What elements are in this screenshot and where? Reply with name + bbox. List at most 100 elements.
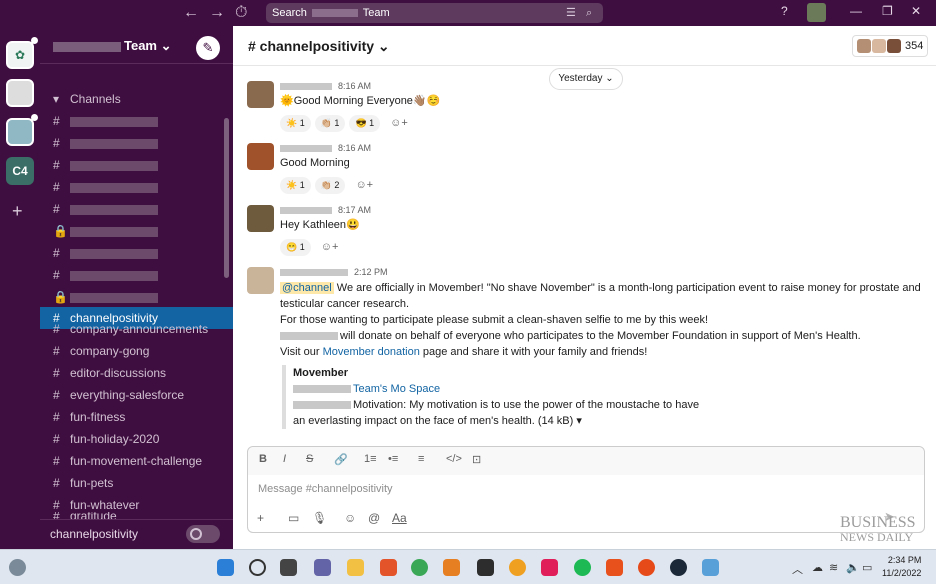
add-reaction-icon[interactable]: ☺+ [349,177,379,194]
help-icon[interactable]: ? [781,4,788,18]
history-icon[interactable]: ⏱ [235,4,247,22]
profile-avatar[interactable] [807,3,826,22]
avatar[interactable] [247,267,274,294]
app-icon[interactable] [638,559,655,576]
sidebar-item-redacted[interactable]: # [40,198,233,220]
app-icon[interactable] [443,559,460,576]
add-workspace-icon[interactable]: + [12,201,23,222]
add-reaction-icon[interactable]: ☺+ [384,115,414,132]
file-explorer-icon[interactable] [347,559,364,576]
text-format-icon[interactable]: Aa [392,511,407,525]
battery-icon[interactable]: ▭ [862,561,872,574]
tray-chevron-icon[interactable]: ︿ [792,561,803,577]
start-icon[interactable] [217,559,234,576]
sidebar-item-editor-discussions[interactable]: # editor-discussions [40,362,233,384]
redacted-name[interactable] [280,207,332,215]
tray-app-icon[interactable]: ☁ [812,561,823,574]
reaction[interactable]: 👏🏼 2 [314,177,346,194]
minimize-icon[interactable]: — [850,4,862,18]
microphone-icon[interactable]: 🎙 [312,511,327,525]
add-reaction-icon[interactable]: ☺+ [315,239,345,256]
reaction[interactable]: ☀️ 1 [280,177,311,194]
channels-header[interactable]: ▾ Channels [40,88,233,110]
sidebar-item-redacted[interactable]: # [40,132,233,154]
app-icon[interactable] [702,559,719,576]
sidebar-item-company-announcements[interactable]: # company-announcements [40,318,233,340]
app-icon[interactable] [606,559,623,576]
sidebar-item-fun-pets[interactable]: # fun-pets [40,472,233,494]
date-divider[interactable]: Yesterday ⌄ [549,68,623,90]
mention-icon[interactable]: @ [368,511,380,525]
steam-icon[interactable] [670,559,687,576]
task-view-icon[interactable] [280,559,297,576]
search-icon[interactable]: ⌕ [586,3,592,23]
ordered-list-icon[interactable]: 1≡ [364,453,377,465]
sidebar-item-everything-salesforce[interactable]: # everything-salesforce [40,384,233,406]
search-input[interactable]: Search Team ☰ ⌕ [266,3,603,23]
code-block-icon[interactable]: ⊡ [472,453,481,466]
app-icon[interactable] [509,559,526,576]
avatar[interactable] [247,205,274,232]
volume-icon[interactable]: 🔈 [846,561,860,574]
sidebar-scrollbar[interactable] [224,118,229,278]
sidebar-item-fun-holiday-2020[interactable]: # fun-holiday-2020 [40,428,233,450]
reaction[interactable]: 😎 1 [349,115,381,132]
reaction[interactable]: 👏🏼 1 [314,115,346,132]
sidebar-item-redacted[interactable]: 🔒 [40,286,233,308]
donation-link[interactable]: Movember donation [323,346,420,358]
message-input[interactable]: Message #channelpositivity [258,483,393,495]
close-icon[interactable]: ✕ [911,4,921,18]
redacted-name[interactable] [280,269,348,277]
filter-icon[interactable]: ☰ [566,3,576,23]
sidebar-item-fun-fitness[interactable]: # fun-fitness [40,406,233,428]
chrome-icon[interactable] [411,559,428,576]
italic-icon[interactable]: I [283,453,286,465]
emoji-icon[interactable]: ☺ [344,511,356,525]
teams-icon[interactable] [314,559,331,576]
channel-title[interactable]: # channelpositivity ⌄ [248,38,390,55]
members-button[interactable]: 354 [852,35,928,57]
link-icon[interactable]: 🔗 [334,453,348,466]
system-clock[interactable]: 2:34 PM 11/2/2022 [882,554,921,580]
bold-icon[interactable]: B [259,453,267,465]
team-link[interactable]: Team's Mo Space [353,383,440,395]
attach-icon[interactable]: + [257,511,264,525]
sidebar-item-redacted[interactable]: # [40,264,233,286]
sidebar-item-redacted[interactable]: 🔒 [40,220,233,242]
search-icon[interactable] [249,559,266,576]
brave-icon[interactable] [380,559,397,576]
app-icon[interactable] [477,559,494,576]
bullet-list-icon[interactable]: •≡ [388,453,398,465]
forward-icon[interactable]: → [209,4,225,22]
strikethrough-icon[interactable]: S [306,453,313,465]
redacted-name[interactable] [280,145,332,153]
huddle-toggle[interactable] [186,525,220,543]
workspace-name[interactable]: Team ⌄ [53,38,172,54]
sidebar-item-redacted[interactable]: # [40,154,233,176]
sidebar-item-redacted[interactable]: # [40,176,233,198]
wifi-icon[interactable]: ≋ [829,561,838,574]
video-icon[interactable]: ▭ [288,511,299,525]
channel-mention[interactable]: @channel [280,282,334,294]
workspace-1[interactable]: ✿ [6,37,38,69]
reaction[interactable]: ☀️ 1 [280,115,311,132]
workspace-3[interactable] [6,114,38,146]
blockquote-icon[interactable]: ≡ [418,453,424,465]
compose-icon[interactable]: ✎ [196,36,220,60]
workspace-2[interactable] [6,79,34,107]
reaction[interactable]: 😁 1 [280,239,311,256]
sidebar-item-company-gong[interactable]: # company-gong [40,340,233,362]
weather-icon[interactable] [9,559,26,576]
spotify-icon[interactable] [574,559,591,576]
workspace-c4[interactable]: C4 [6,157,34,185]
sidebar-item-redacted[interactable]: # [40,110,233,132]
code-icon[interactable]: </> [446,453,462,465]
sidebar-item-redacted[interactable]: # [40,242,233,264]
restore-icon[interactable]: ❐ [882,4,893,18]
avatar[interactable] [247,143,274,170]
sidebar-item-fun-movement-challenge[interactable]: # fun-movement-challenge [40,450,233,472]
slack-icon[interactable] [541,559,558,576]
redacted-name[interactable] [280,83,332,91]
back-icon[interactable]: ← [183,4,199,22]
avatar[interactable] [247,81,274,108]
